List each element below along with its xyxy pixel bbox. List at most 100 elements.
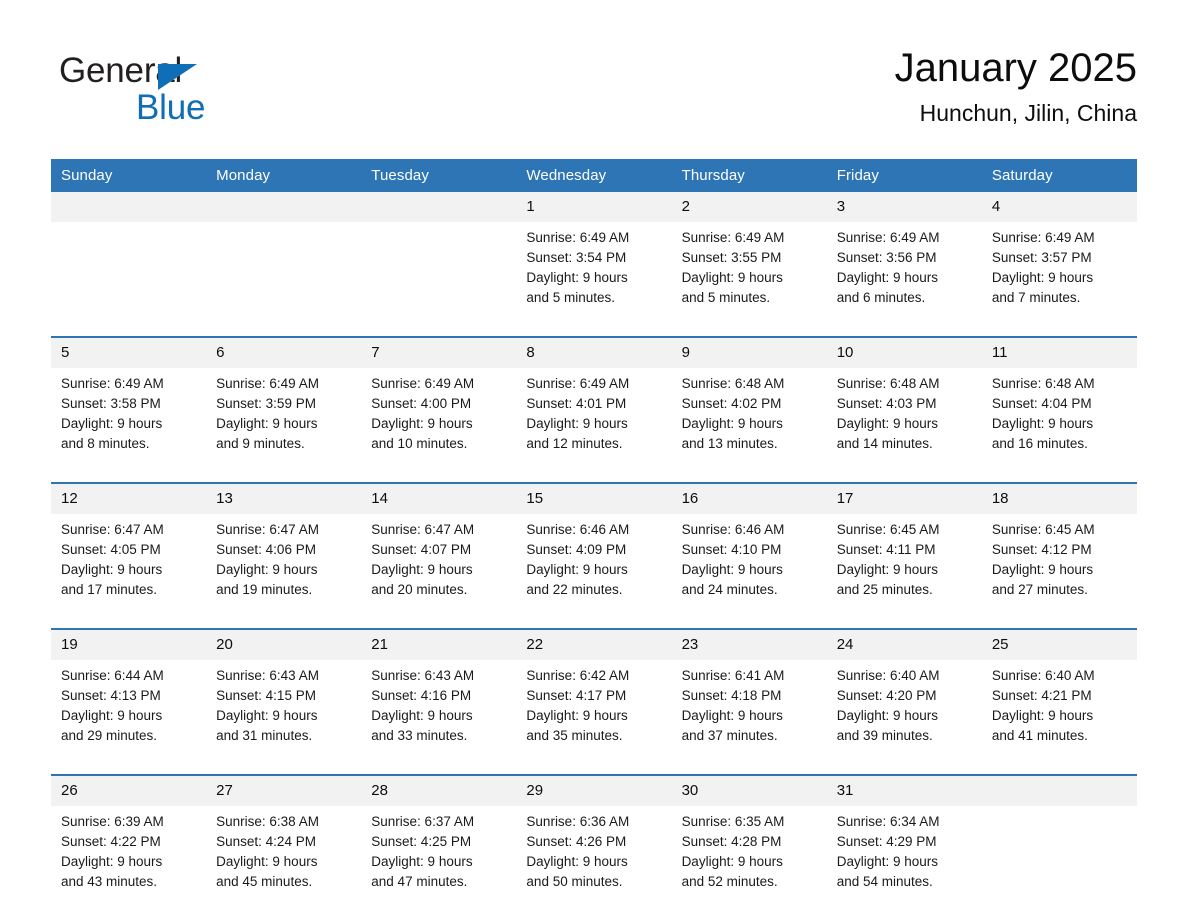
sunrise-text: Sunrise: 6:49 AM bbox=[681, 230, 785, 245]
sunset-text: Sunset: 3:57 PM bbox=[991, 250, 1092, 265]
day-number[interactable]: 2 bbox=[671, 192, 827, 222]
daylight-text-line1: Daylight: 9 hours bbox=[991, 416, 1094, 431]
week-gap bbox=[51, 468, 1137, 482]
sunrise-text: Sunrise: 6:35 AM bbox=[681, 814, 785, 829]
day-number[interactable]: 12 bbox=[51, 484, 207, 514]
day-number[interactable]: 28 bbox=[361, 776, 517, 806]
daylight-text-line1: Daylight: 9 hours bbox=[216, 562, 318, 577]
day-number[interactable]: 5 bbox=[51, 338, 207, 368]
daylight-text-line1: Daylight: 9 hours bbox=[836, 270, 939, 285]
daylight-text-line1: Daylight: 9 hours bbox=[61, 562, 163, 577]
sunset-text: Sunset: 3:59 PM bbox=[216, 396, 316, 411]
sunrise-text: Sunrise: 6:49 AM bbox=[991, 230, 1095, 245]
daylight-text-line1: Daylight: 9 hours bbox=[681, 270, 783, 285]
day-number[interactable]: 20 bbox=[206, 630, 362, 660]
day-number[interactable]: 26 bbox=[51, 776, 207, 806]
sunset-text: Sunset: 4:10 PM bbox=[681, 542, 782, 557]
day-detail-cell: Sunrise: 6:34 AM Sunset: 4:29 PM Daylight:… bbox=[826, 806, 982, 906]
day-number[interactable]: 9 bbox=[671, 338, 827, 368]
sunrise-text: Sunrise: 6:48 AM bbox=[836, 376, 940, 391]
day-detail-cell: Sunrise: 6:39 AM Sunset: 4:22 PM Daylight:… bbox=[51, 806, 207, 906]
daylight-text-line1: Daylight: 9 hours bbox=[991, 708, 1094, 723]
title-block: January 2025 Hunchun, Jilin, China bbox=[895, 42, 1137, 130]
day-detail-cell: Sunrise: 6:48 AM Sunset: 4:02 PM Daylight:… bbox=[671, 368, 827, 468]
sunset-text: Sunset: 4:12 PM bbox=[991, 542, 1092, 557]
day-number[interactable]: 17 bbox=[826, 484, 982, 514]
weekday-header-thursday: Thursday bbox=[671, 159, 827, 192]
day-number[interactable]: 24 bbox=[826, 630, 982, 660]
sunrise-text: Sunrise: 6:49 AM bbox=[216, 376, 319, 391]
sunset-text: Sunset: 4:04 PM bbox=[991, 396, 1092, 411]
day-number[interactable]: 1 bbox=[516, 192, 672, 222]
sunrise-text: Sunrise: 6:49 AM bbox=[526, 230, 630, 245]
day-number[interactable]: 27 bbox=[206, 776, 362, 806]
day-detail-cell: Sunrise: 6:42 AM Sunset: 4:17 PM Daylight:… bbox=[516, 660, 672, 760]
daylight-text-line1: Daylight: 9 hours bbox=[836, 562, 939, 577]
daylight-text-line2: and 50 minutes. bbox=[526, 874, 623, 889]
day-number-row: 5 6 7 8 9 10 11 bbox=[51, 338, 1137, 368]
day-number[interactable]: 21 bbox=[361, 630, 517, 660]
day-number[interactable]: 19 bbox=[51, 630, 207, 660]
sunrise-text: Sunrise: 6:45 AM bbox=[836, 522, 940, 537]
day-number[interactable]: 31 bbox=[826, 776, 982, 806]
day-number[interactable]: 16 bbox=[671, 484, 827, 514]
daylight-text-line1: Daylight: 9 hours bbox=[216, 416, 318, 431]
daylight-text-line2: and 29 minutes. bbox=[61, 728, 158, 743]
sunrise-text: Sunrise: 6:49 AM bbox=[61, 376, 164, 391]
daylight-text-line2: and 6 minutes. bbox=[836, 290, 926, 305]
day-number[interactable]: 15 bbox=[516, 484, 672, 514]
sunrise-text: Sunrise: 6:43 AM bbox=[216, 668, 319, 683]
day-detail-cell: Sunrise: 6:47 AM Sunset: 4:05 PM Daylight:… bbox=[51, 514, 207, 614]
day-detail-cell: Sunrise: 6:49 AM Sunset: 3:59 PM Daylight:… bbox=[206, 368, 362, 468]
day-number[interactable]: 8 bbox=[516, 338, 672, 368]
day-number[interactable]: 11 bbox=[981, 338, 1137, 368]
daylight-text-line2: and 54 minutes. bbox=[836, 874, 933, 889]
day-detail-cell: Sunrise: 6:44 AM Sunset: 4:13 PM Daylight:… bbox=[51, 660, 207, 760]
sunrise-text: Sunrise: 6:37 AM bbox=[371, 814, 475, 829]
day-number[interactable]: 18 bbox=[981, 484, 1137, 514]
daylight-text-line2: and 35 minutes. bbox=[526, 728, 623, 743]
daylight-text-line1: Daylight: 9 hours bbox=[681, 854, 783, 869]
day-detail-cell: Sunrise: 6:43 AM Sunset: 4:15 PM Daylight:… bbox=[206, 660, 362, 760]
weekday-header-friday: Friday bbox=[826, 159, 982, 192]
daylight-text-line2: and 12 minutes. bbox=[526, 436, 623, 451]
sunrise-text: Sunrise: 6:39 AM bbox=[61, 814, 164, 829]
day-number[interactable]: 29 bbox=[516, 776, 672, 806]
weekday-header-saturday: Saturday bbox=[981, 159, 1137, 192]
daylight-text-line2: and 52 minutes. bbox=[681, 874, 778, 889]
sunrise-text: Sunrise: 6:42 AM bbox=[526, 668, 630, 683]
day-number[interactable]: 14 bbox=[361, 484, 517, 514]
sunrise-sunset-calendar-table: Sunday Monday Tuesday Wednesday Thursday… bbox=[51, 159, 1137, 906]
day-number[interactable]: 7 bbox=[361, 338, 517, 368]
day-detail-cell: Sunrise: 6:36 AM Sunset: 4:26 PM Daylight:… bbox=[516, 806, 672, 906]
day-detail-cell: Sunrise: 6:41 AM Sunset: 4:18 PM Daylight:… bbox=[671, 660, 827, 760]
day-number[interactable]: 6 bbox=[206, 338, 362, 368]
day-number[interactable]: 3 bbox=[826, 192, 982, 222]
week-gap-cell bbox=[51, 760, 1137, 774]
sunset-text: Sunset: 4:05 PM bbox=[61, 542, 161, 557]
day-number[interactable]: 13 bbox=[206, 484, 362, 514]
daylight-text-line2: and 39 minutes. bbox=[836, 728, 933, 743]
daylight-text-line1: Daylight: 9 hours bbox=[61, 416, 163, 431]
general-blue-logo[interactable]: General Blue bbox=[59, 52, 359, 144]
day-number[interactable]: 10 bbox=[826, 338, 982, 368]
daylight-text-line2: and 20 minutes. bbox=[371, 582, 468, 597]
day-detail-cell: Sunrise: 6:48 AM Sunset: 4:04 PM Daylight:… bbox=[981, 368, 1137, 468]
daylight-text-line1: Daylight: 9 hours bbox=[836, 708, 939, 723]
sunset-text: Sunset: 4:00 PM bbox=[371, 396, 472, 411]
day-number[interactable]: 23 bbox=[671, 630, 827, 660]
day-number[interactable]: 4 bbox=[981, 192, 1137, 222]
day-number[interactable]: 30 bbox=[671, 776, 827, 806]
week-gap bbox=[51, 322, 1137, 336]
day-number-row: 26 27 28 29 30 31 bbox=[51, 776, 1137, 806]
day-number[interactable]: 25 bbox=[981, 630, 1137, 660]
daylight-text-line1: Daylight: 9 hours bbox=[526, 708, 628, 723]
day-detail-cell-empty bbox=[51, 222, 207, 322]
daylight-text-line1: Daylight: 9 hours bbox=[526, 416, 628, 431]
day-number[interactable]: 22 bbox=[516, 630, 672, 660]
daylight-text-line2: and 13 minutes. bbox=[681, 436, 778, 451]
weekday-header-monday: Monday bbox=[206, 159, 362, 192]
day-detail-cell: Sunrise: 6:45 AM Sunset: 4:11 PM Daylight:… bbox=[826, 514, 982, 614]
daylight-text-line1: Daylight: 9 hours bbox=[836, 854, 939, 869]
daylight-text-line2: and 43 minutes. bbox=[61, 874, 158, 889]
